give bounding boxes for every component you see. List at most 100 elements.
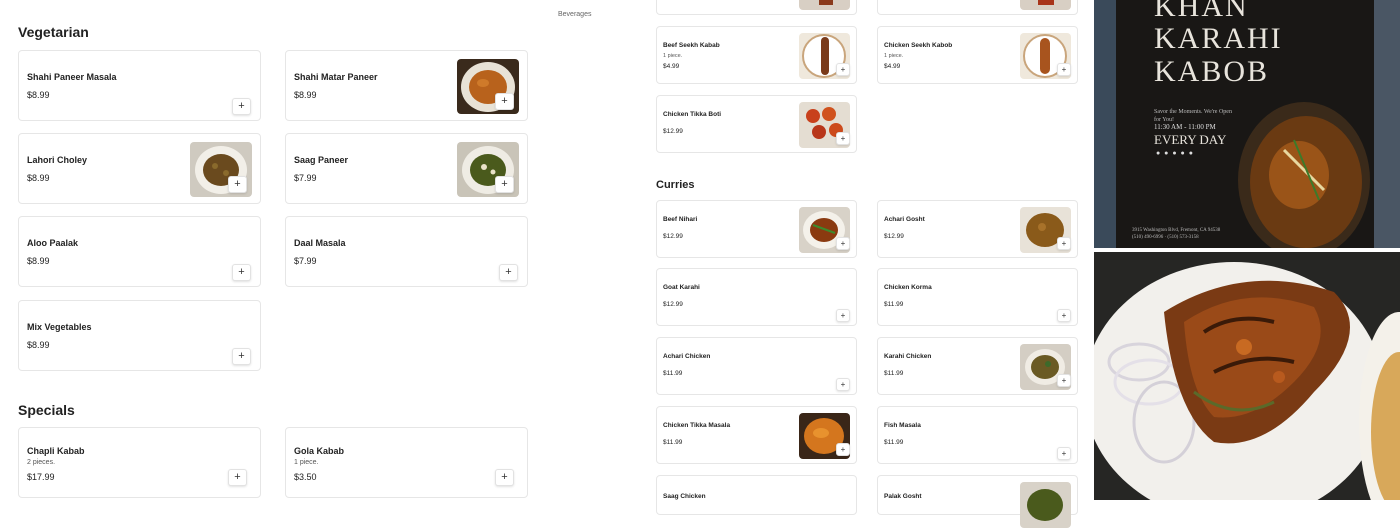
item-price: $8.99 <box>27 90 50 100</box>
menu-item-card[interactable]: Chicken Korma $11.99 + <box>877 268 1078 326</box>
menu-item-card[interactable]: Mix Vegetables $8.99 + <box>18 300 261 371</box>
add-to-cart-button[interactable]: + <box>836 378 850 391</box>
item-price: $3.50 <box>294 472 317 482</box>
menu-item-card[interactable]: Gola Kabab 1 piece. $3.50 + <box>285 427 528 498</box>
add-to-cart-button[interactable]: + <box>232 264 251 281</box>
item-name: Aloo Paalak <box>27 238 79 248</box>
menu-item-card[interactable] <box>656 0 857 15</box>
item-name: Chicken Tikka Masala <box>663 422 731 429</box>
menu-item-card[interactable] <box>877 0 1078 15</box>
item-price: $8.99 <box>294 90 317 100</box>
menu-item-card[interactable]: Chicken Seekh Kabob 1 piece. $4.99 + <box>877 26 1078 84</box>
poster-title-line: KHAN <box>1154 0 1249 23</box>
poster-days: EVERY DAY <box>1154 132 1227 147</box>
add-to-cart-button[interactable]: + <box>495 93 514 110</box>
item-name: Saag Chicken <box>663 493 706 500</box>
item-name: Achari Chicken <box>663 353 711 360</box>
poster-title-line: KARAHI <box>1154 22 1283 55</box>
poster-hours: 11:30 AM - 11:00 PM <box>1154 123 1216 131</box>
menu-item-card[interactable]: Daal Masala $7.99 + <box>285 216 528 287</box>
menu-item-card[interactable]: Shahi Paneer Masala $8.99 + <box>18 50 261 121</box>
item-name: Chicken Korma <box>884 284 932 291</box>
beverages-link[interactable]: Beverages <box>558 11 591 18</box>
add-to-cart-button[interactable]: + <box>232 98 251 115</box>
food-photo <box>799 0 850 10</box>
section-title-vegetarian: Vegetarian <box>18 24 89 40</box>
item-price: $12.99 <box>884 233 904 240</box>
add-to-cart-button[interactable]: + <box>836 309 850 322</box>
menu-item-card[interactable]: Saag Chicken <box>656 475 857 515</box>
item-price: $8.99 <box>27 173 50 183</box>
add-to-cart-button[interactable]: + <box>1057 237 1071 250</box>
menu-item-card[interactable]: Achari Chicken $11.99 + <box>656 337 857 395</box>
add-to-cart-button[interactable]: + <box>228 469 247 486</box>
item-name: Mix Vegetables <box>27 322 92 332</box>
menu-item-card[interactable]: Beef Nihari $12.99 + <box>656 200 857 258</box>
item-description: 1 piece. <box>294 459 319 466</box>
add-to-cart-button[interactable]: + <box>1057 374 1071 387</box>
item-price: $8.99 <box>27 256 50 266</box>
item-price: $11.99 <box>884 370 904 377</box>
poster-phone: (510) 490-6996 · (510) 573-3158 <box>1132 235 1199 240</box>
add-to-cart-button[interactable]: + <box>495 469 514 486</box>
item-price: $17.99 <box>27 472 55 482</box>
item-name: Saag Paneer <box>294 155 349 165</box>
add-to-cart-button[interactable]: + <box>228 176 247 193</box>
item-price: $12.99 <box>663 301 683 308</box>
poster-tagline: Savor the Moments. We're Open for You! <box>1154 109 1232 123</box>
menu-item-card[interactable]: Saag Paneer $7.99 + <box>285 133 528 204</box>
menu-item-card[interactable]: Karahi Chicken $11.99 + <box>877 337 1078 395</box>
menu-item-card[interactable]: Shahi Matar Paneer $8.99 + <box>285 50 528 121</box>
item-description: 1 piece. <box>663 53 683 59</box>
item-price: $8.99 <box>27 340 50 350</box>
menu-item-card[interactable]: Palak Gosht <box>877 475 1078 528</box>
menu-item-card[interactable]: Chicken Tikka Boti $12.99 + <box>656 95 857 153</box>
item-price: $12.99 <box>663 233 683 240</box>
add-to-cart-button[interactable]: + <box>1057 447 1071 460</box>
add-to-cart-button[interactable]: + <box>836 63 850 76</box>
menu-item-card[interactable]: Lahori Choley $8.99 + <box>18 133 261 204</box>
item-price: $11.99 <box>663 439 683 446</box>
item-price: $7.99 <box>294 173 317 183</box>
item-name: Fish Masala <box>884 422 921 429</box>
add-to-cart-button[interactable]: + <box>495 176 514 193</box>
menu-item-card[interactable]: Chicken Tikka Masala $11.99 + <box>656 406 857 464</box>
add-to-cart-button[interactable]: + <box>836 237 850 250</box>
item-name: Karahi Chicken <box>884 353 932 360</box>
item-price: $7.99 <box>294 256 317 266</box>
item-name: Chicken Seekh Kabob <box>884 42 953 49</box>
add-to-cart-button[interactable]: + <box>836 132 850 145</box>
add-to-cart-button[interactable]: + <box>1057 63 1071 76</box>
menu-item-card[interactable]: Achari Gosht $12.99 + <box>877 200 1078 258</box>
item-name: Chapli Kabab <box>27 446 85 456</box>
add-to-cart-button[interactable]: + <box>1057 309 1071 322</box>
add-to-cart-button[interactable]: + <box>232 348 251 365</box>
grilled-chicken-photo <box>1094 252 1400 500</box>
add-to-cart-button[interactable]: + <box>836 443 850 456</box>
menu-item-card[interactable]: Goat Karahi $12.99 + <box>656 268 857 326</box>
food-photo <box>1020 482 1071 528</box>
item-price: $11.99 <box>884 301 904 308</box>
menu-item-card[interactable]: Chapli Kabab 2 pieces. $17.99 + <box>18 427 261 498</box>
poster-title-line: KABOB <box>1154 55 1270 88</box>
item-name: Beef Seekh Kabab <box>663 42 720 49</box>
item-description: 1 piece. <box>884 53 904 59</box>
poster-address: 3915 Washington Blvd, Fremont, CA 94538 <box>1132 228 1221 233</box>
item-price: $4.99 <box>884 63 901 70</box>
section-title-specials: Specials <box>18 402 75 418</box>
restaurant-poster-photo: KHAN KARAHI KABOB Savor the Moments. We'… <box>1094 0 1400 248</box>
item-name: Shahi Matar Paneer <box>294 72 378 82</box>
item-name: Beef Nihari <box>663 216 698 223</box>
menu-item-card[interactable]: Beef Seekh Kabab 1 piece. $4.99 + <box>656 26 857 84</box>
item-name: Daal Masala <box>294 238 346 248</box>
menu-item-card[interactable]: Fish Masala $11.99 + <box>877 406 1078 464</box>
item-name: Lahori Choley <box>27 155 88 165</box>
item-name: Goat Karahi <box>663 284 700 291</box>
add-to-cart-button[interactable]: + <box>499 264 518 281</box>
carousel-dots: ● ● ● ● ● <box>1156 150 1194 157</box>
section-title-curries: Curries <box>656 179 695 191</box>
item-price: $4.99 <box>663 63 680 70</box>
food-photo <box>1094 252 1400 500</box>
menu-item-card[interactable]: Aloo Paalak $8.99 + <box>18 216 261 287</box>
food-photo <box>1020 0 1071 10</box>
